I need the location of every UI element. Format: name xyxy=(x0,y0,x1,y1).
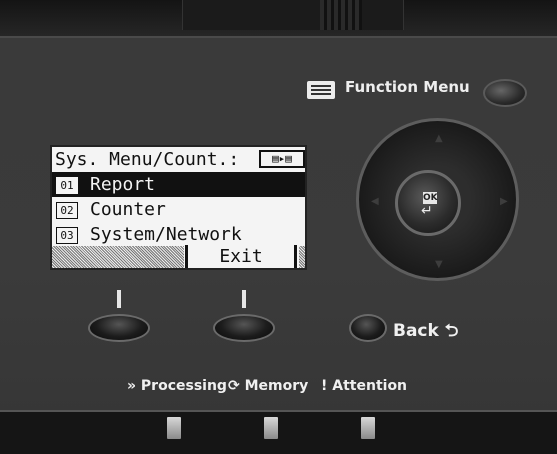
top-slot xyxy=(182,0,404,30)
softkey-right-marker xyxy=(242,290,246,308)
softkey-left-blank xyxy=(52,246,184,268)
arrow-up-icon[interactable]: ▲ xyxy=(435,133,443,144)
panel-top-bezel xyxy=(0,0,557,38)
lcd-title-text: Sys. Menu/Count.: xyxy=(55,149,240,170)
lcd-screen: Sys. Menu/Count.: ▤▸▤ 01 Report 02 Counter… xyxy=(50,145,307,270)
back-text: Back xyxy=(393,321,439,341)
enter-icon: ↵ xyxy=(421,203,433,219)
menu-item-label: System/Network xyxy=(90,224,242,245)
menu-item-label: Report xyxy=(90,174,156,195)
memory-led xyxy=(264,417,278,439)
softkey-bar: Exit xyxy=(52,245,305,270)
menu-item-report[interactable]: 01 Report xyxy=(52,172,305,197)
lcd-title: Sys. Menu/Count.: ▤▸▤ xyxy=(52,147,308,172)
softkey-exit-label: Exit xyxy=(185,245,297,268)
memory-text: Memory xyxy=(244,378,309,394)
attention-label: ! Attention xyxy=(321,378,407,394)
function-menu-label: Function Menu xyxy=(345,78,470,96)
back-label: Back ⮌ xyxy=(393,318,458,347)
menu-item-label: Counter xyxy=(90,199,166,220)
back-button[interactable] xyxy=(349,314,387,342)
function-menu-button[interactable] xyxy=(483,79,527,107)
arrow-left-icon[interactable]: ◀ xyxy=(371,196,379,207)
control-panel: Function Menu Sys. Menu/Count.: ▤▸▤ 01 Re… xyxy=(0,0,557,454)
menu-list-icon xyxy=(307,81,335,99)
processing-led xyxy=(167,417,181,439)
top-ridge xyxy=(320,0,362,30)
softkey-right-fill xyxy=(299,246,305,268)
menu-item-counter[interactable]: 02 Counter xyxy=(52,197,305,222)
arrow-down-icon[interactable]: ▼ xyxy=(435,259,443,270)
attention-led xyxy=(361,417,375,439)
back-arrow-icon: ⮌ xyxy=(444,321,459,341)
memory-label: ⟳ Memory xyxy=(228,378,308,394)
copy-to-box-icon: ▤▸▤ xyxy=(259,150,305,168)
processing-text: Processing xyxy=(140,378,227,394)
attention-icon: ! xyxy=(321,378,328,394)
softkey-left-marker xyxy=(117,290,121,308)
memory-icon: ⟳ xyxy=(228,378,240,394)
processing-label: » Processing xyxy=(127,378,227,394)
processing-icon: » xyxy=(127,378,137,394)
menu-item-system-network[interactable]: 03 System/Network xyxy=(52,222,305,247)
item-number-badge: 02 xyxy=(56,201,78,219)
right-softkey-button[interactable] xyxy=(213,314,275,342)
attention-text: Attention xyxy=(332,378,408,394)
left-softkey-button[interactable] xyxy=(88,314,150,342)
panel-bottom-bezel xyxy=(0,410,557,454)
item-number-badge: 03 xyxy=(56,226,78,244)
arrow-right-icon[interactable]: ▶ xyxy=(500,196,508,207)
item-number-badge: 01 xyxy=(56,176,78,194)
